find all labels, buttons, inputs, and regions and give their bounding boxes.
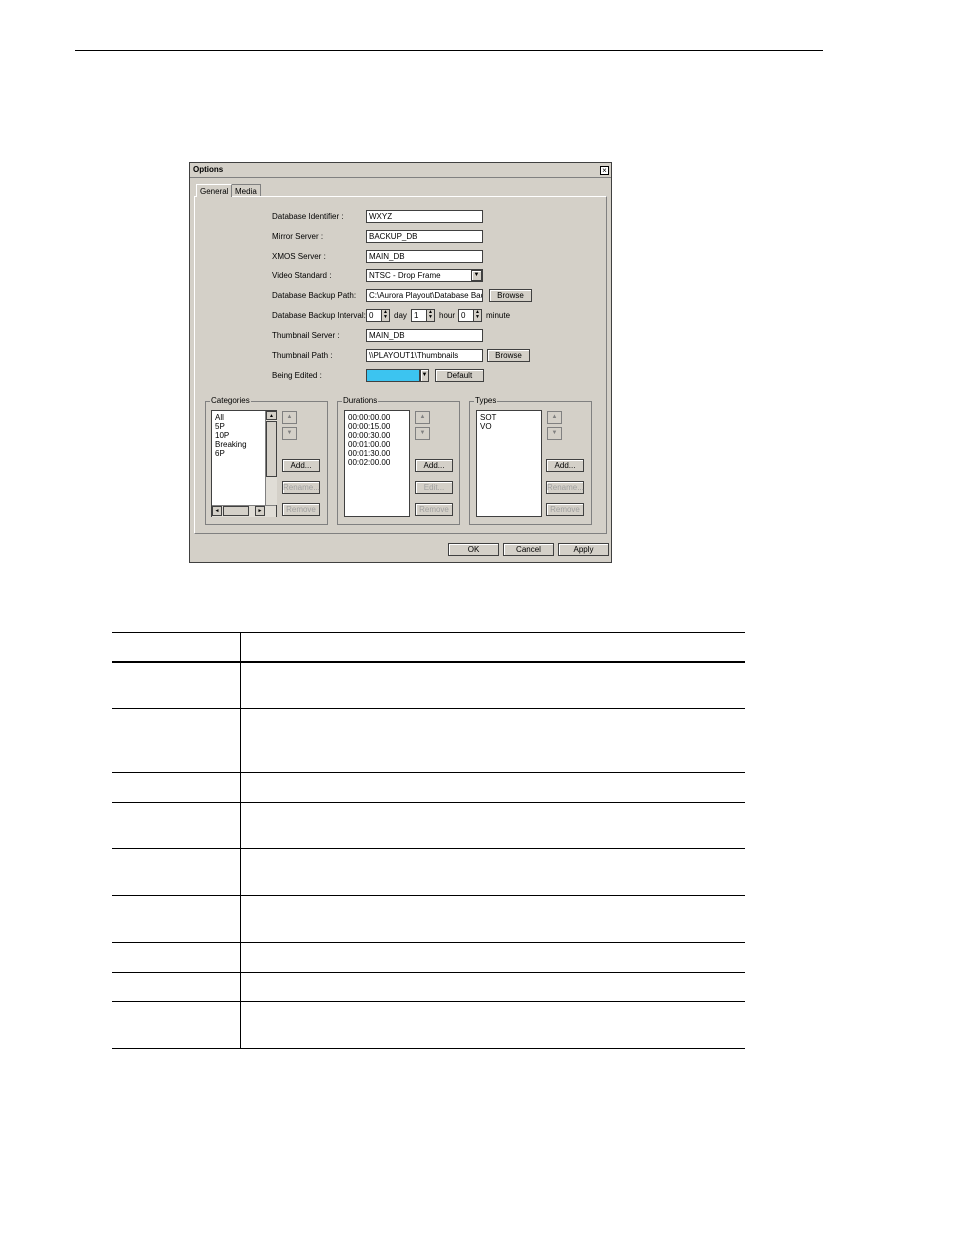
day-unit: day <box>394 311 407 320</box>
scroll-thumb[interactable] <box>223 506 249 516</box>
hour-unit: hour <box>439 311 456 320</box>
types-remove-button[interactable]: Remove <box>546 503 584 516</box>
thumbnail-path-browse-button[interactable]: Browse <box>487 349 530 362</box>
video-standard-value: NTSC - Drop Frame <box>369 271 441 280</box>
table-row-rule <box>112 772 745 773</box>
minute-spinner[interactable]: ▲ ▼ <box>473 309 482 322</box>
apply-button[interactable]: Apply <box>558 543 609 556</box>
list-item[interactable]: 00:00:30.00 <box>348 431 409 440</box>
thumbnail-server-label: Thumbnail Server : <box>272 331 340 340</box>
thumbnail-path-input[interactable]: \\PLAYOUT1\Thumbnails <box>366 349 483 362</box>
table-column-divider <box>240 632 241 1049</box>
scroll-thumb[interactable] <box>266 421 277 477</box>
title-bar: Options × <box>190 163 611 178</box>
durations-edit-button[interactable]: Edit... <box>415 481 453 494</box>
backup-path-browse-button[interactable]: Browse <box>489 289 532 302</box>
categories-vertical-scrollbar[interactable]: ▲ <box>265 411 277 505</box>
table-row-rule <box>112 895 745 896</box>
types-move-down-button[interactable]: ▼ <box>547 427 562 440</box>
types-title: Types <box>474 396 498 405</box>
backup-path-label: Database Backup Path: <box>272 291 357 300</box>
categories-remove-button[interactable]: Remove <box>282 503 320 516</box>
table-row-rule <box>112 848 745 849</box>
hour-spinner[interactable]: ▲ ▼ <box>426 309 435 322</box>
types-move-up-button[interactable]: ▲ <box>547 411 562 424</box>
durations-remove-button[interactable]: Remove <box>415 503 453 516</box>
table-bottom-rule <box>112 1048 745 1049</box>
types-add-button[interactable]: Add... <box>546 459 584 472</box>
list-item[interactable]: 00:00:15.00 <box>348 422 409 431</box>
table-row-rule <box>112 708 745 709</box>
xmos-server-input[interactable]: MAIN_DB <box>366 250 483 263</box>
page-top-rule <box>75 50 823 51</box>
list-item[interactable]: 00:01:00.00 <box>348 440 409 449</box>
color-dropdown-chevron-icon[interactable]: ▼ <box>420 369 429 382</box>
table-row-rule <box>112 802 745 803</box>
table-row-rule <box>112 942 745 943</box>
mirror-server-label: Mirror Server : <box>272 232 324 241</box>
close-button[interactable]: × <box>600 166 609 175</box>
mirror-server-input[interactable]: BACKUP_DB <box>366 230 483 243</box>
cancel-button[interactable]: Cancel <box>503 543 554 556</box>
tab-general[interactable]: General <box>196 184 233 197</box>
durations-move-up-button[interactable]: ▲ <box>415 411 430 424</box>
xmos-server-label: XMOS Server : <box>272 252 326 261</box>
table-header-rule <box>112 661 745 663</box>
categories-add-button[interactable]: Add... <box>282 459 320 472</box>
list-item[interactable]: 00:01:30.00 <box>348 449 409 458</box>
durations-add-button[interactable]: Add... <box>415 459 453 472</box>
types-list[interactable]: SOT VO <box>476 410 542 517</box>
table-row-rule <box>112 972 745 973</box>
scroll-right-icon[interactable]: ► <box>255 506 265 516</box>
durations-move-down-button[interactable]: ▼ <box>415 427 430 440</box>
table-top-rule <box>112 632 745 633</box>
database-identifier-input[interactable]: WXYZ <box>366 210 483 223</box>
ok-button[interactable]: OK <box>448 543 499 556</box>
list-item[interactable]: 00:02:00.00 <box>348 458 409 467</box>
options-dialog: Options × General Media Database Identif… <box>189 162 612 563</box>
being-edited-color-swatch[interactable] <box>366 369 420 382</box>
backup-path-input[interactable]: C:\Aurora Playout\Database Backu <box>366 289 483 302</box>
backup-interval-label: Database Backup Interval: <box>272 311 366 320</box>
dialog-title: Options <box>193 165 224 174</box>
default-color-button[interactable]: Default <box>435 369 484 382</box>
categories-move-down-button[interactable]: ▼ <box>282 427 297 440</box>
day-spinner[interactable]: ▲ ▼ <box>381 309 390 322</box>
scroll-up-icon[interactable]: ▲ <box>266 411 277 420</box>
close-icon: × <box>602 166 607 175</box>
categories-title: Categories <box>210 396 251 405</box>
chevron-down-icon[interactable]: ▼ <box>471 270 482 281</box>
categories-move-up-button[interactable]: ▲ <box>282 411 297 424</box>
categories-horizontal-scrollbar[interactable]: ◄ ► <box>212 505 276 517</box>
thumbnail-server-input[interactable]: MAIN_DB <box>366 329 483 342</box>
scroll-left-icon[interactable]: ◄ <box>212 506 222 516</box>
durations-list[interactable]: 00:00:00.00 00:00:15.00 00:00:30.00 00:0… <box>344 410 410 517</box>
being-edited-label: Being Edited : <box>272 371 322 380</box>
database-identifier-label: Database Identifier : <box>272 212 344 221</box>
thumbnail-path-label: Thumbnail Path : <box>272 351 333 360</box>
types-rename-button[interactable]: Rename... <box>546 481 584 494</box>
list-item[interactable]: 00:00:00.00 <box>348 413 409 422</box>
durations-title: Durations <box>342 396 379 405</box>
list-item[interactable]: SOT <box>480 413 541 422</box>
list-item[interactable]: VO <box>480 422 541 431</box>
categories-rename-button[interactable]: Rename... <box>282 481 320 494</box>
table-row-rule <box>112 1001 745 1002</box>
minute-unit: minute <box>486 311 511 320</box>
video-standard-select[interactable]: NTSC - Drop Frame <box>366 269 483 282</box>
video-standard-label: Video Standard : <box>272 271 332 280</box>
